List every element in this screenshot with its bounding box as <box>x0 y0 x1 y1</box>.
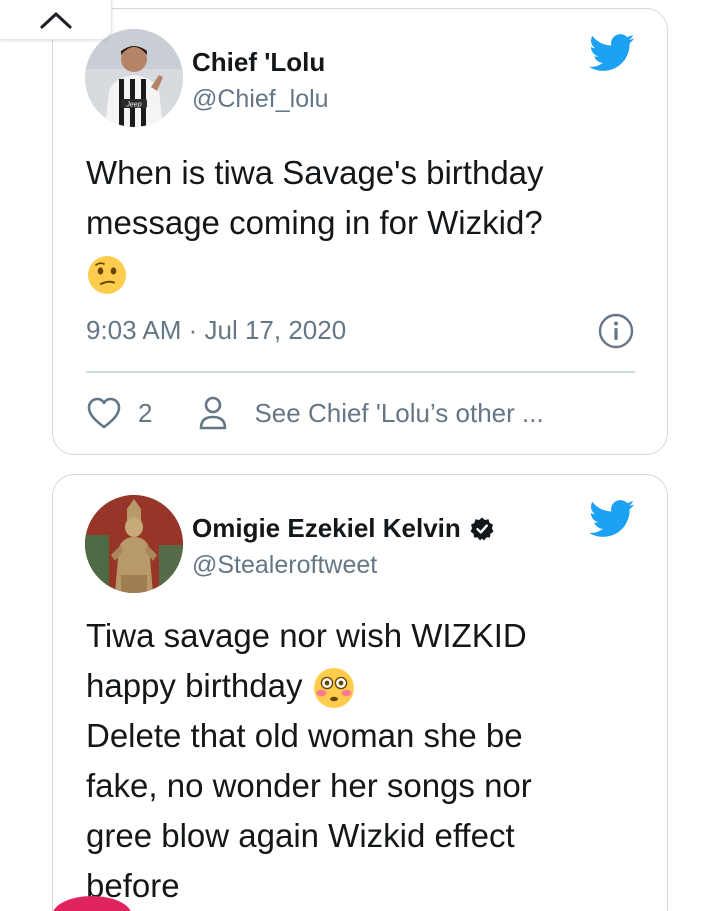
tweet-card[interactable]: Jeep Chief 'Lolu @Chief_lolu When is tiw… <box>52 8 668 455</box>
display-name[interactable]: Omigie Ezekiel Kelvin <box>192 513 495 544</box>
avatar[interactable]: Jeep <box>85 29 183 127</box>
tweet-actions: 2 See Chief 'Lolu’s other ... <box>86 389 544 437</box>
info-icon[interactable] <box>597 312 635 350</box>
collapse-button[interactable] <box>0 0 112 40</box>
tweet-card[interactable]: Omigie Ezekiel Kelvin @Stealeroftweet Ti… <box>52 474 668 911</box>
avatar[interactable] <box>85 495 183 593</box>
person-icon[interactable] <box>198 395 228 431</box>
svg-text:Jeep: Jeep <box>125 102 141 109</box>
twitter-bird-icon[interactable] <box>589 33 635 73</box>
heart-icon[interactable] <box>86 396 122 430</box>
twitter-bird-icon[interactable] <box>589 499 635 539</box>
tweet-timestamp[interactable]: 9:03 AM · Jul 17, 2020 <box>86 315 346 346</box>
verified-badge-icon <box>470 517 494 540</box>
user-handle[interactable]: @Stealeroftweet <box>192 551 377 580</box>
like-count: 2 <box>138 397 153 428</box>
flushed-face-emoji <box>313 668 354 709</box>
chevron-up-icon <box>39 11 72 29</box>
display-name[interactable]: Chief 'Lolu <box>192 47 325 78</box>
user-handle[interactable]: @Chief_lolu <box>192 85 329 114</box>
divider <box>86 371 635 373</box>
tweet-text: Tiwa savage nor wish WIZKID happy birthd… <box>86 617 532 904</box>
see-other-tweets-link[interactable]: See Chief 'Lolu’s other ... <box>254 398 543 429</box>
tweet-text: When is tiwa Savage's birthday message c… <box>86 148 643 298</box>
confused-face-emoji <box>88 256 126 295</box>
